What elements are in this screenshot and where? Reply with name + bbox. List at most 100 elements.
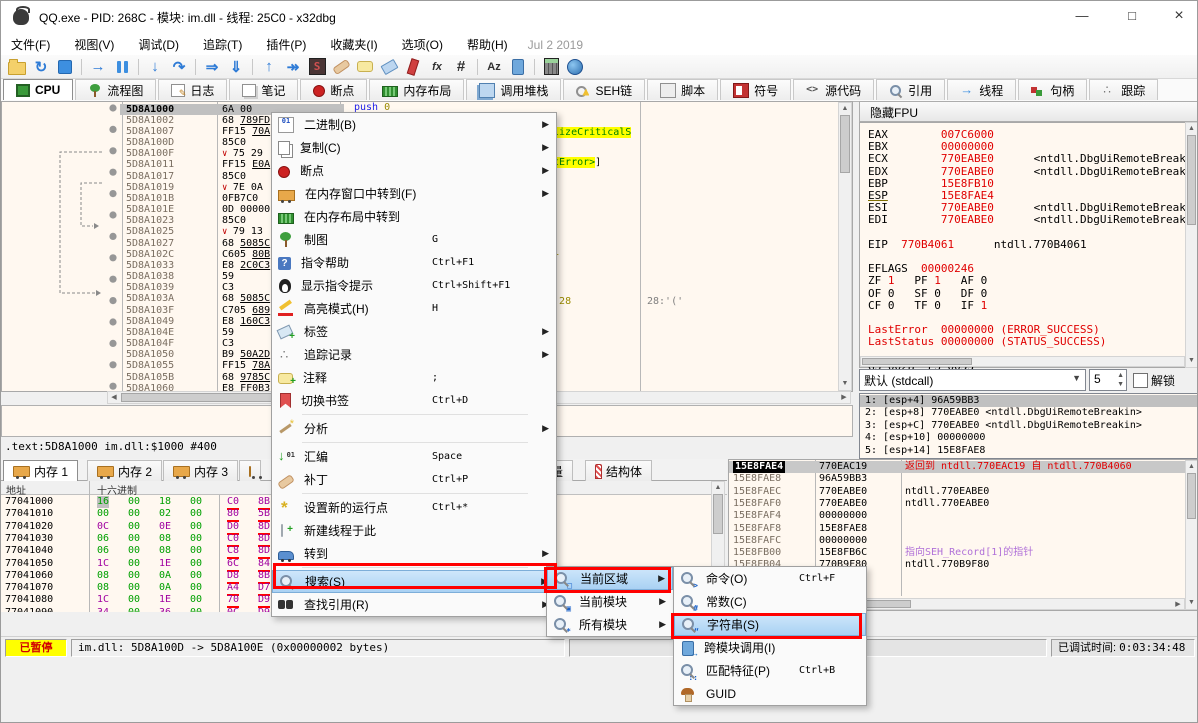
register-row[interactable]: ESP 15E8FAE4: [868, 190, 994, 202]
arg-count-stepper[interactable]: 5▲▼: [1089, 369, 1127, 391]
stack-row[interactable]: 15E8FB0015E8FB6C指向SEH_Record[1]的指针: [729, 547, 1198, 559]
registers-vertical-scrollbar[interactable]: ▲▼: [1185, 122, 1198, 368]
register-row[interactable]: EBP 15E8FB10: [868, 178, 994, 190]
menu-item-patch[interactable]: 补丁Ctrl+P: [272, 468, 556, 491]
address-cell[interactable]: 5D8A100F: [126, 148, 174, 159]
address-cell[interactable]: 5D8A1027: [126, 238, 174, 249]
tab-trace[interactable]: 跟踪: [1089, 79, 1158, 100]
disasm-vertical-scrollbar[interactable]: ▲▼: [838, 102, 852, 391]
address-cell[interactable]: 5D8A104F: [126, 338, 174, 349]
minimize-button[interactable]: —: [1059, 1, 1105, 31]
registers-horizontal-scrollbar[interactable]: [860, 356, 1185, 367]
address-cell[interactable]: 5D8A1025: [126, 226, 174, 237]
favourites-icon[interactable]: [402, 57, 424, 77]
address-cell[interactable]: 5D8A1017: [126, 171, 174, 182]
menu-help[interactable]: 帮助(H): [457, 33, 522, 56]
menu-item-pattern[interactable]: ::匹配特征(P)Ctrl+B: [674, 659, 866, 682]
argument-row[interactable]: 4: [esp+10] 00000000: [860, 432, 1198, 444]
address-cell[interactable]: 5D8A1011: [126, 159, 174, 170]
tab-log[interactable]: 日志: [158, 79, 227, 100]
menu-item-set-new-origin[interactable]: 设置新的运行点Ctrl+*: [272, 496, 556, 519]
tab-seh-chain[interactable]: SEH链: [563, 79, 645, 100]
trace-into-icon[interactable]: ⇒: [201, 57, 223, 77]
run-icon[interactable]: →: [87, 57, 109, 77]
scylla-icon[interactable]: S: [306, 57, 328, 77]
menu-item-goto-memory-window[interactable]: 在内存窗口中转到(F)▶: [272, 182, 556, 205]
argument-row[interactable]: 5: [esp+14] 15E8FAE8: [860, 445, 1198, 457]
stack-row[interactable]: 15E8FAFC00000000: [729, 535, 1198, 547]
menu-item-guid[interactable]: GUID: [674, 682, 866, 705]
address-cell[interactable]: 5D8A1049: [126, 316, 174, 327]
menu-item-search[interactable]: 搜索(S)▶: [272, 570, 556, 593]
patch-icon[interactable]: [330, 57, 352, 77]
tab-notes[interactable]: 笔记: [229, 79, 298, 100]
stack-vertical-scrollbar[interactable]: ▲▼: [1185, 460, 1198, 610]
menu-item-graph[interactable]: 制图G: [272, 228, 556, 251]
menu-item-highlight-mode[interactable]: 高亮模式(H)H: [272, 297, 556, 320]
menu-item-intermodular-calls[interactable]: 跨模块调用(I): [674, 636, 866, 659]
menu-trace[interactable]: 追踪(T): [193, 33, 256, 56]
close-button[interactable]: ×: [1156, 1, 1198, 31]
address-cell[interactable]: 5D8A101B: [126, 193, 174, 204]
tab-script[interactable]: 脚本: [647, 79, 718, 100]
menu-item-analysis[interactable]: 分析▶: [272, 417, 556, 440]
flags-row[interactable]: ZF 1 PF 1 AF 0: [868, 275, 1007, 287]
menu-item-constant[interactable]: #常数(C): [674, 590, 866, 613]
menu-item-all-modules[interactable]: *所有模块▶: [547, 613, 673, 636]
label-icon[interactable]: [378, 57, 400, 77]
menu-item-toggle-bookmark[interactable]: 切换书签Ctrl+D: [272, 389, 556, 412]
menu-favourites[interactable]: 收藏夹(I): [320, 33, 391, 56]
step-into-icon[interactable]: ↓: [144, 57, 166, 77]
arguments-pane[interactable]: 1: [esp+4] 96A59BB32: [esp+8] 770EABE0 <…: [859, 393, 1198, 459]
tab-call-stack[interactable]: 调用堆栈: [466, 79, 561, 100]
open-file-icon[interactable]: [6, 57, 28, 77]
address-cell[interactable]: 5D8A1019: [126, 182, 174, 193]
unlock-checkbox[interactable]: [1133, 373, 1148, 388]
address-cell[interactable]: 5D8A1038: [126, 271, 174, 282]
eflags-row[interactable]: EFLAGS 00000246: [868, 263, 974, 275]
menu-item-mnemonic-brief[interactable]: 显示指令提示Ctrl+Shift+F1: [272, 274, 556, 297]
menu-plugins[interactable]: 插件(P): [256, 33, 320, 56]
tab-symbols[interactable]: 符号: [720, 79, 791, 100]
tab-references[interactable]: 引用: [876, 79, 945, 100]
menu-item-current-region[interactable]: □当前区域▶: [547, 567, 673, 590]
tab-memory-map[interactable]: 内存布局: [369, 79, 464, 100]
menu-item-goto-memory-map[interactable]: 在内存布局中转到: [272, 205, 556, 228]
globe-icon[interactable]: [564, 57, 586, 77]
stack-row[interactable]: 15E8FAEC770EABE0ntdll.770EABE0: [729, 486, 1198, 498]
menu-item-current-module[interactable]: ▣当前模块▶: [547, 590, 673, 613]
modules-icon[interactable]: [507, 57, 529, 77]
menu-debug[interactable]: 调试(D): [128, 33, 193, 56]
menu-item-string-references[interactable]: “字符串(S): [674, 613, 866, 636]
register-row[interactable]: EDI 770EABE0 <ntdll.DbgUiRemoteBreakin>: [868, 214, 1198, 226]
tab-graph[interactable]: 流程图: [75, 79, 156, 100]
struct-tab[interactable]: 结构体: [585, 460, 652, 481]
run-to-user-code-icon[interactable]: ↠: [282, 57, 304, 77]
menu-file[interactable]: 文件(F): [1, 33, 64, 56]
calling-convention-select[interactable]: 默认 (stdcall)▼: [859, 369, 1086, 391]
pause-icon[interactable]: [111, 57, 133, 77]
stack-row[interactable]: 15E8FAF400000000: [729, 510, 1198, 522]
menu-item-instruction-help[interactable]: ?指令帮助Ctrl+F1: [272, 251, 556, 274]
address-cell[interactable]: 5D8A101E: [126, 204, 174, 215]
address-cell[interactable]: 5D8A103A: [126, 293, 174, 304]
address-cell[interactable]: 5D8A1000: [126, 104, 174, 115]
fx-icon[interactable]: fx: [426, 57, 448, 77]
tab-source[interactable]: 源代码: [793, 79, 874, 100]
address-cell[interactable]: 5D8A103F: [126, 305, 174, 316]
address-cell[interactable]: 5D8A1055: [126, 360, 174, 371]
stack-row[interactable]: 15E8FAE896A59BB3: [729, 473, 1198, 485]
tab-threads[interactable]: 线程: [947, 79, 1016, 100]
menu-item-label[interactable]: 标签▶: [272, 320, 556, 343]
last-error-row[interactable]: LastError 00000000 (ERROR_SUCCESS): [868, 324, 1100, 336]
stop-icon[interactable]: [54, 57, 76, 77]
address-cell[interactable]: 5D8A1039: [126, 282, 174, 293]
tab-cpu[interactable]: CPU: [3, 79, 73, 100]
menu-view[interactable]: 视图(V): [64, 33, 128, 56]
calculator-icon[interactable]: [540, 57, 562, 77]
argument-row[interactable]: 2: [esp+8] 770EABE0 <ntdll.DbgUiRemoteBr…: [860, 407, 1198, 419]
memory-tab-1[interactable]: 内存 1: [3, 460, 78, 481]
address-cell[interactable]: 5D8A1002: [126, 115, 174, 126]
address-cell[interactable]: 5D8A105B: [126, 372, 174, 383]
memory-tab-4[interactable]: [239, 460, 261, 481]
